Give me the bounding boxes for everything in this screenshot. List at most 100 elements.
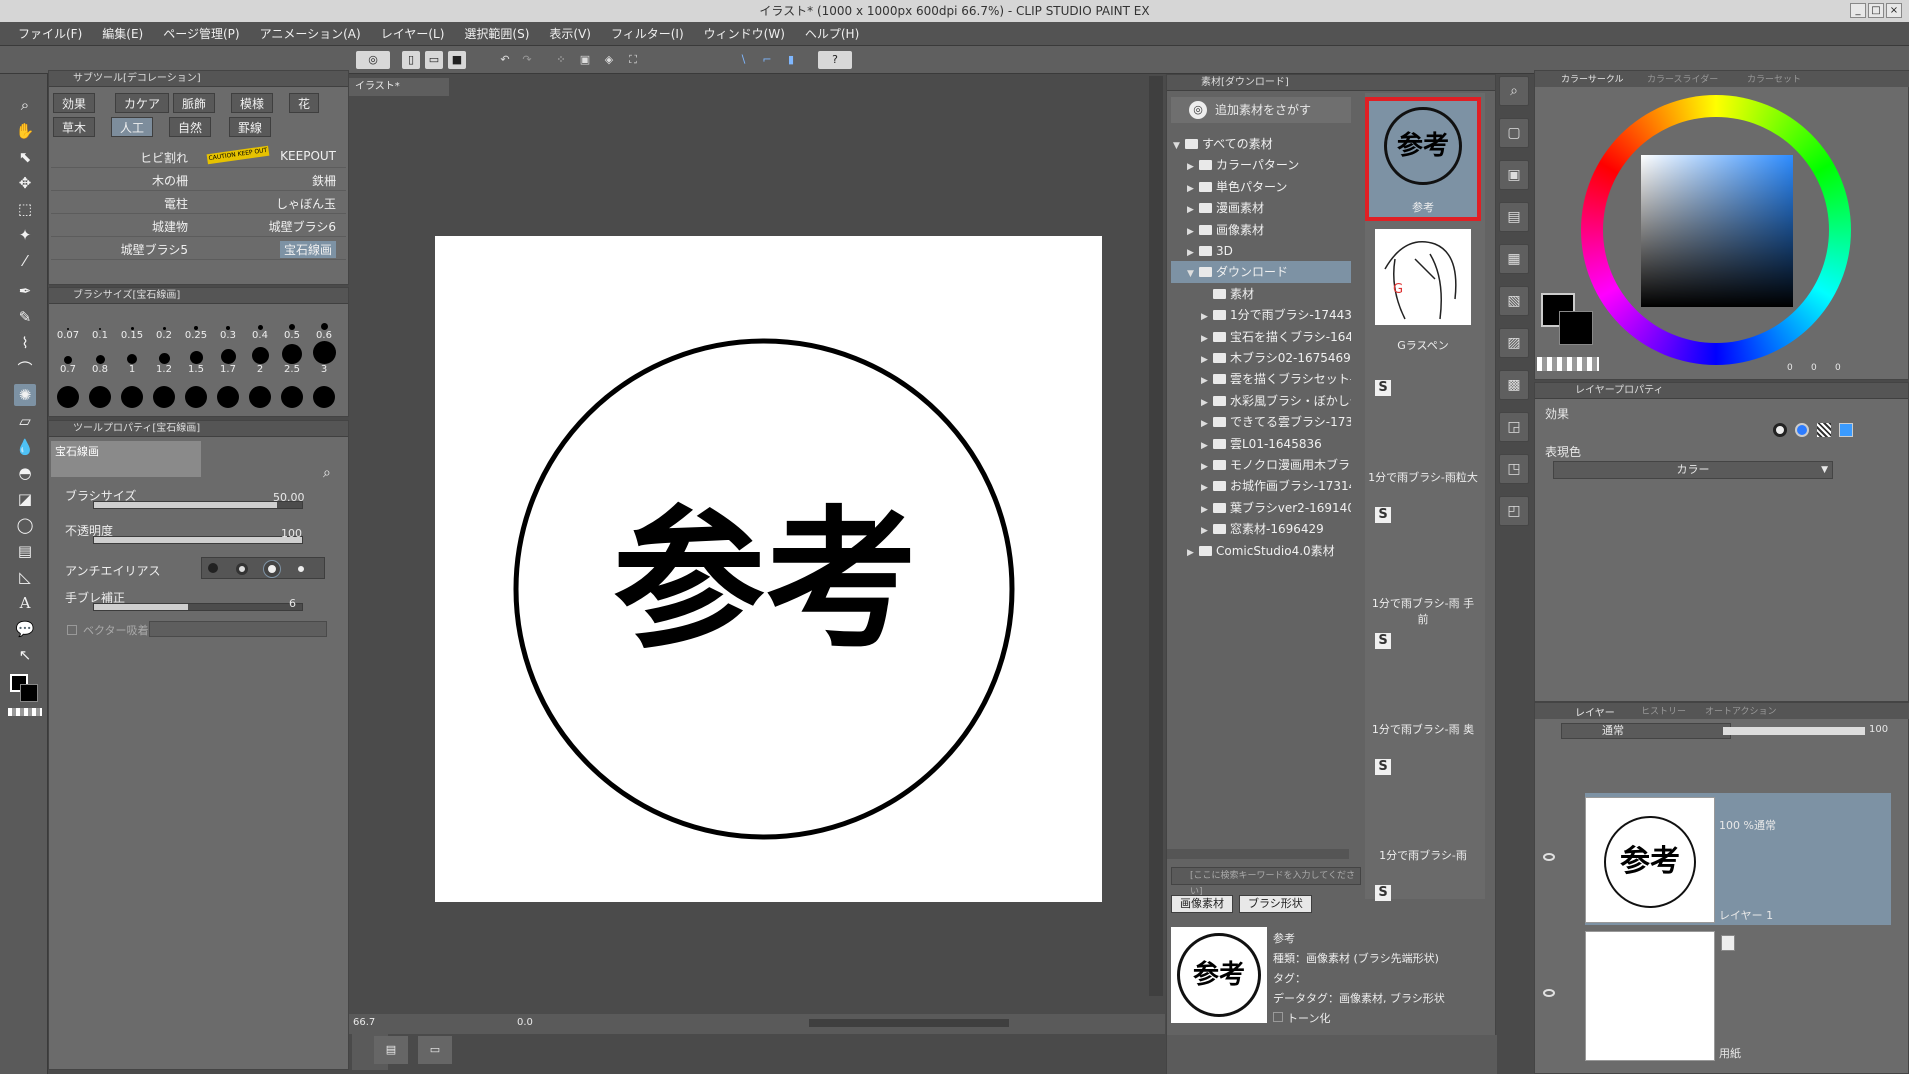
- brush-size-cell[interactable]: 1.7: [213, 342, 243, 375]
- brush-size-cell[interactable]: 0.2: [149, 308, 179, 341]
- brush-size-cell[interactable]: 0.4: [245, 308, 275, 341]
- layer-row-2[interactable]: 用紙: [1535, 929, 1890, 1061]
- brush-size-cell[interactable]: [85, 386, 115, 408]
- subtool-tab-plants[interactable]: 草木: [53, 117, 96, 137]
- ruler-icon[interactable]: ∖: [734, 51, 752, 69]
- tag-image-material[interactable]: 画像素材: [1171, 895, 1233, 913]
- menu-view[interactable]: 表示(V): [539, 22, 601, 46]
- layer-2-name[interactable]: 用紙: [1719, 1045, 1741, 1061]
- brush-size-cell[interactable]: 3: [309, 341, 339, 375]
- brush-item-castle[interactable]: 城建物 城壁ブラシ6: [51, 214, 346, 237]
- subtool-tab-ornament[interactable]: 脈飾: [173, 93, 216, 113]
- tree-item[interactable]: ▶ ComicStudio4.0素材: [1171, 540, 1335, 562]
- brush-size-cell[interactable]: 1: [117, 342, 147, 375]
- brush-size-cell[interactable]: [149, 386, 179, 408]
- zoom-icon[interactable]: ⌕: [14, 94, 36, 116]
- stabilize-value[interactable]: 6: [289, 597, 296, 610]
- brush-size-cell[interactable]: [213, 386, 243, 408]
- pencil-icon[interactable]: ✎: [14, 306, 36, 328]
- tree-item[interactable]: 素材: [1171, 283, 1254, 305]
- tree-scrollbar[interactable]: [1167, 849, 1349, 859]
- vector-snap-options[interactable]: [149, 621, 327, 637]
- material-icon[interactable]: ▢: [1499, 118, 1529, 148]
- brush-size-cell[interactable]: [181, 386, 211, 408]
- tab-auto-action[interactable]: オートアクション: [1705, 704, 1777, 717]
- ruler-tool-icon[interactable]: ◺: [14, 566, 36, 588]
- balloon-icon[interactable]: 💬: [14, 618, 36, 640]
- brush-size-cell[interactable]: [53, 386, 83, 408]
- operation-icon[interactable]: ⬉: [14, 146, 36, 168]
- brush-size-cell[interactable]: 0.15: [117, 308, 147, 341]
- brush-size-cell[interactable]: [277, 386, 307, 408]
- material-search-input[interactable]: [ここに検索キーワードを入力してください]: [1171, 867, 1361, 897]
- tool-preset-name[interactable]: 宝石線画: [51, 441, 201, 477]
- blend-mode-select[interactable]: 通常: [1561, 723, 1731, 739]
- brush-size-cell[interactable]: 0.6: [309, 308, 339, 341]
- material-thumb-gpen[interactable]: G: [1375, 229, 1471, 325]
- menu-filter[interactable]: フィルター(I): [601, 22, 694, 46]
- maximize-button[interactable]: □: [1868, 3, 1884, 18]
- open-file-icon[interactable]: ▭: [425, 51, 443, 69]
- tree-item[interactable]: ▶ 雲L01-1645836: [1171, 433, 1322, 455]
- tab-color-set[interactable]: カラーセット: [1747, 72, 1801, 85]
- menu-page[interactable]: ページ管理(P): [153, 22, 249, 46]
- subtool-tab-artificial[interactable]: 人工: [111, 117, 154, 137]
- blend-icon[interactable]: 💧: [14, 436, 36, 458]
- brush-item-pole[interactable]: 電柱 しゃぼん玉: [51, 191, 346, 214]
- tree-item[interactable]: ▶ 単色パターン: [1171, 176, 1287, 198]
- redo-icon[interactable]: ↷: [518, 51, 536, 69]
- undo-icon[interactable]: ↶: [496, 51, 514, 69]
- stabilize-slider[interactable]: [93, 603, 303, 611]
- camera-icon[interactable]: ▭: [418, 1036, 452, 1064]
- clear-icon[interactable]: ⁘: [552, 51, 570, 69]
- tree-item[interactable]: ▶1分で雨ブラシ-1744323: [1171, 304, 1351, 326]
- brush-size-cell[interactable]: 0.3: [213, 308, 243, 341]
- tree-item[interactable]: ▶雲を描くブラシセット-17239: [1171, 368, 1351, 390]
- decoration-icon[interactable]: ✺: [14, 384, 36, 406]
- opacity-slider[interactable]: [93, 536, 303, 544]
- sub-color-swatch[interactable]: [20, 684, 38, 702]
- airbrush-icon[interactable]: ⌒: [14, 358, 36, 380]
- marquee-icon[interactable]: ⬚: [14, 198, 36, 220]
- transparent-color-swatch[interactable]: [8, 708, 42, 716]
- brush-item-fence[interactable]: 木の柵 鉄柵: [51, 168, 346, 191]
- auto-select-icon[interactable]: ✦: [14, 224, 36, 246]
- tree-item[interactable]: ▶ 漫画素材: [1171, 197, 1264, 219]
- material-thumb-reference[interactable]: 参考 参考: [1365, 97, 1481, 221]
- brush-size-cell[interactable]: [117, 386, 147, 408]
- subtool-tab-flower[interactable]: 花: [289, 93, 320, 113]
- tree-item[interactable]: ▶水彩風ブラシ・ぼかしセット-: [1171, 390, 1351, 412]
- preset-search-icon[interactable]: ⌕: [323, 465, 331, 481]
- fill-icon[interactable]: ◈: [600, 51, 618, 69]
- tree-item[interactable]: ▶ 葉ブラシver2-1691409: [1171, 497, 1351, 519]
- horizontal-scrollbar[interactable]: [809, 1019, 1009, 1027]
- color-mode-select[interactable]: カラー ▼: [1553, 461, 1833, 479]
- tree-item[interactable]: ▶できてる雲ブラシ-1737576: [1171, 411, 1351, 433]
- layer-row-1[interactable]: 参考 100 %通常 レイヤー 1: [1535, 793, 1891, 925]
- eyedropper-icon[interactable]: ⁄: [14, 250, 36, 272]
- layer-search-icon[interactable]: ▨: [1499, 328, 1529, 358]
- tree-item[interactable]: ▶モノクロ漫画用木ブラシ+お: [1171, 454, 1351, 476]
- gradient-icon[interactable]: ◪: [14, 488, 36, 510]
- canvas-paper[interactable]: 参考: [435, 236, 1102, 902]
- layer-1-name[interactable]: レイヤー 1: [1719, 907, 1773, 923]
- frame-icon[interactable]: ▤: [14, 540, 36, 562]
- brush-size-value[interactable]: 50.00: [273, 491, 305, 504]
- pen-icon[interactable]: ✒: [14, 280, 36, 302]
- menu-selection[interactable]: 選択範囲(S): [454, 22, 539, 46]
- animation-cels-icon[interactable]: ◲: [1499, 412, 1529, 442]
- brush-size-cell[interactable]: [245, 386, 275, 408]
- info-icon[interactable]: ▦: [1499, 244, 1529, 274]
- layer-opacity-value[interactable]: 100: [1869, 724, 1888, 735]
- subtool-tab-pattern[interactable]: 模様: [231, 93, 274, 113]
- brush-size-cell[interactable]: 0.07: [53, 308, 83, 341]
- minimize-button[interactable]: _: [1850, 3, 1866, 18]
- tree-item[interactable]: ▶ 3D: [1171, 240, 1233, 262]
- eraser-icon[interactable]: ▱: [14, 410, 36, 432]
- sub-color[interactable]: [1559, 311, 1593, 345]
- correct-line-icon[interactable]: ↖: [14, 644, 36, 666]
- zoom-value[interactable]: 66.7: [353, 1017, 375, 1028]
- clip-studio-icon[interactable]: ◎: [356, 51, 390, 69]
- canvas-tab[interactable]: イラスト*: [349, 78, 449, 96]
- search-panel-icon[interactable]: ⌕: [1499, 76, 1529, 106]
